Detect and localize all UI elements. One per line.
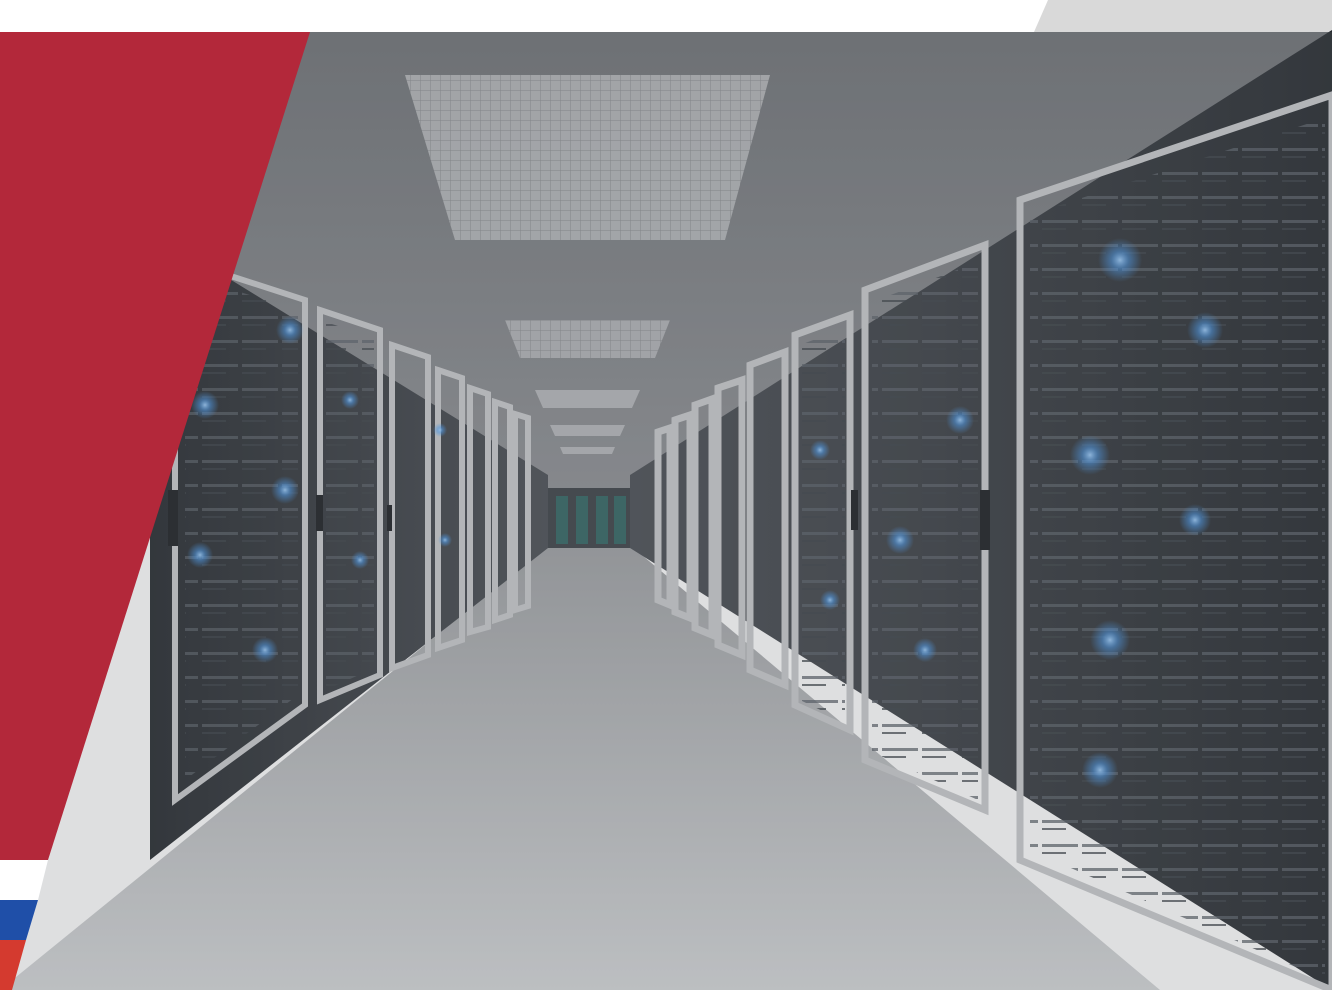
server-room-photo <box>0 0 1332 990</box>
slide-canvas <box>0 0 1332 990</box>
header-tab-shape <box>1034 0 1332 32</box>
